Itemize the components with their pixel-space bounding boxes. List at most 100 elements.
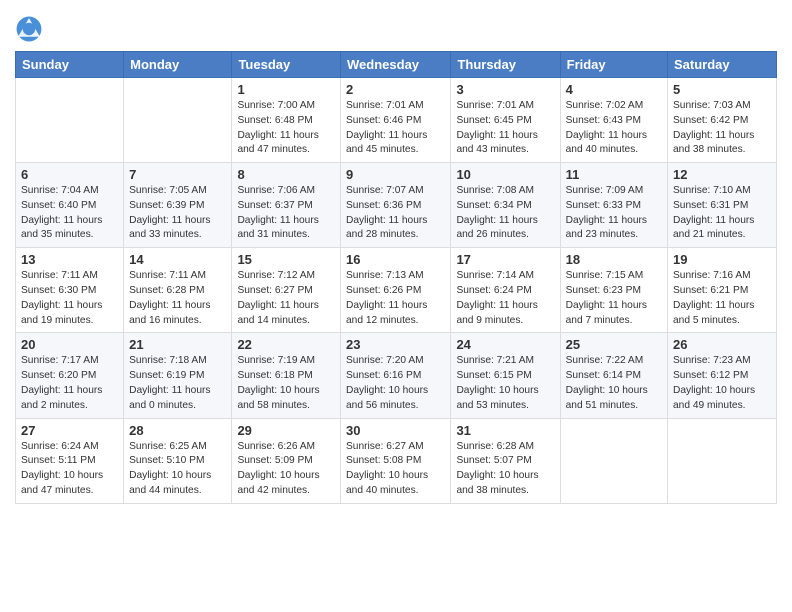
day-number: 30 [346, 423, 445, 438]
day-number: 20 [21, 337, 118, 352]
calendar-cell: 14Sunrise: 7:11 AMSunset: 6:28 PMDayligh… [124, 248, 232, 333]
calendar-week-row: 27Sunrise: 6:24 AMSunset: 5:11 PMDayligh… [16, 418, 777, 503]
calendar-cell: 8 Sunrise: 7:06 AMSunset: 6:37 PMDaylight… [232, 163, 341, 248]
day-info: Sunrise: 7:23 AMSunset: 6:12 PMDaylight:… [673, 354, 771, 413]
day-number: 9 [346, 167, 445, 182]
day-info: Sunrise: 6:24 AMSunset: 5:11 PMDaylight:… [21, 440, 118, 499]
day-number: 23 [346, 337, 445, 352]
day-number: 19 [673, 252, 771, 267]
day-info: Sunrise: 6:27 AMSunset: 5:08 PMDaylight:… [346, 440, 445, 499]
day-info: Sunrise: 6:28 AMSunset: 5:07 PMDaylight:… [456, 440, 554, 499]
day-info: Sunrise: 7:12 AMSunset: 6:27 PMDaylight:… [237, 269, 335, 328]
day-info: Sunrise: 7:01 AMSunset: 6:46 PMDaylight:… [346, 99, 445, 158]
calendar-cell: 19 Sunrise: 7:16 AMSunset: 6:21 PMDayligh… [668, 248, 777, 333]
day-number: 31 [456, 423, 554, 438]
calendar-cell: 2Sunrise: 7:01 AMSunset: 6:46 PMDaylight… [341, 78, 451, 163]
day-info: Sunrise: 7:18 AMSunset: 6:19 PMDaylight:… [129, 354, 226, 413]
calendar-cell: 4Sunrise: 7:02 AMSunset: 6:43 PMDaylight… [560, 78, 667, 163]
calendar: SundayMondayTuesdayWednesdayThursdayFrid… [15, 51, 777, 504]
calendar-cell: 20 Sunrise: 7:17 AMSunset: 6:20 PMDayligh… [16, 333, 124, 418]
calendar-cell: 16 Sunrise: 7:13 AMSunset: 6:26 PMDayligh… [341, 248, 451, 333]
calendar-cell: 3 Sunrise: 7:01 AMSunset: 6:45 PMDaylight… [451, 78, 560, 163]
day-info: Sunrise: 7:10 AMSunset: 6:31 PMDaylight:… [673, 184, 771, 243]
day-info: Sunrise: 7:17 AMSunset: 6:20 PMDaylight:… [21, 354, 118, 413]
day-info: Sunrise: 7:19 AMSunset: 6:18 PMDaylight:… [237, 354, 335, 413]
calendar-cell: 5 Sunrise: 7:03 AMSunset: 6:42 PMDaylight… [668, 78, 777, 163]
day-number: 29 [237, 423, 335, 438]
day-number: 17 [456, 252, 554, 267]
page: SundayMondayTuesdayWednesdayThursdayFrid… [0, 0, 792, 612]
calendar-cell: 1Sunrise: 7:00 AMSunset: 6:48 PMDaylight… [232, 78, 341, 163]
calendar-cell: 18 Sunrise: 7:15 AMSunset: 6:23 PMDayligh… [560, 248, 667, 333]
day-number: 11 [566, 167, 662, 182]
day-number: 5 [673, 82, 771, 97]
day-info: Sunrise: 7:20 AMSunset: 6:16 PMDaylight:… [346, 354, 445, 413]
day-number: 28 [129, 423, 226, 438]
day-number: 15 [237, 252, 335, 267]
day-number: 12 [673, 167, 771, 182]
day-number: 18 [566, 252, 662, 267]
day-info: Sunrise: 7:05 AMSunset: 6:39 PMDaylight:… [129, 184, 226, 243]
calendar-cell: 15 Sunrise: 7:12 AMSunset: 6:27 PMDayligh… [232, 248, 341, 333]
day-info: Sunrise: 7:13 AMSunset: 6:26 PMDaylight:… [346, 269, 445, 328]
calendar-cell: 12 Sunrise: 7:10 AMSunset: 6:31 PMDayligh… [668, 163, 777, 248]
header [15, 10, 777, 43]
day-info: Sunrise: 7:14 AMSunset: 6:24 PMDaylight:… [456, 269, 554, 328]
day-info: Sunrise: 7:22 AMSunset: 6:14 PMDaylight:… [566, 354, 662, 413]
day-info: Sunrise: 7:16 AMSunset: 6:21 PMDaylight:… [673, 269, 771, 328]
calendar-cell: 29 Sunrise: 6:26 AMSunset: 5:09 PMDayligh… [232, 418, 341, 503]
day-info: Sunrise: 7:15 AMSunset: 6:23 PMDaylight:… [566, 269, 662, 328]
calendar-cell: 6 Sunrise: 7:04 AMSunset: 6:40 PMDaylight… [16, 163, 124, 248]
calendar-week-row: 6 Sunrise: 7:04 AMSunset: 6:40 PMDaylight… [16, 163, 777, 248]
day-number: 14 [129, 252, 226, 267]
calendar-cell [668, 418, 777, 503]
day-of-week-header: Thursday [451, 52, 560, 78]
calendar-cell: 7 Sunrise: 7:05 AMSunset: 6:39 PMDaylight… [124, 163, 232, 248]
calendar-cell: 11Sunrise: 7:09 AMSunset: 6:33 PMDayligh… [560, 163, 667, 248]
day-info: Sunrise: 7:01 AMSunset: 6:45 PMDaylight:… [456, 99, 554, 158]
calendar-header-row: SundayMondayTuesdayWednesdayThursdayFrid… [16, 52, 777, 78]
calendar-cell: 17 Sunrise: 7:14 AMSunset: 6:24 PMDayligh… [451, 248, 560, 333]
day-info: Sunrise: 7:07 AMSunset: 6:36 PMDaylight:… [346, 184, 445, 243]
day-info: Sunrise: 6:26 AMSunset: 5:09 PMDaylight:… [237, 440, 335, 499]
day-number: 1 [237, 82, 335, 97]
day-info: Sunrise: 7:11 AMSunset: 6:30 PMDaylight:… [21, 269, 118, 328]
day-number: 22 [237, 337, 335, 352]
day-number: 7 [129, 167, 226, 182]
calendar-cell [16, 78, 124, 163]
day-info: Sunrise: 7:08 AMSunset: 6:34 PMDaylight:… [456, 184, 554, 243]
day-info: Sunrise: 7:06 AMSunset: 6:37 PMDaylight:… [237, 184, 335, 243]
day-number: 24 [456, 337, 554, 352]
day-info: Sunrise: 6:25 AMSunset: 5:10 PMDaylight:… [129, 440, 226, 499]
day-of-week-header: Saturday [668, 52, 777, 78]
logo-icon [15, 15, 43, 43]
day-of-week-header: Monday [124, 52, 232, 78]
day-of-week-header: Friday [560, 52, 667, 78]
calendar-cell: 25 Sunrise: 7:22 AMSunset: 6:14 PMDayligh… [560, 333, 667, 418]
day-number: 25 [566, 337, 662, 352]
day-number: 13 [21, 252, 118, 267]
calendar-cell: 28 Sunrise: 6:25 AMSunset: 5:10 PMDayligh… [124, 418, 232, 503]
calendar-cell: 26Sunrise: 7:23 AMSunset: 6:12 PMDayligh… [668, 333, 777, 418]
day-of-week-header: Sunday [16, 52, 124, 78]
day-number: 21 [129, 337, 226, 352]
day-number: 6 [21, 167, 118, 182]
day-number: 3 [456, 82, 554, 97]
day-of-week-header: Tuesday [232, 52, 341, 78]
logo [15, 15, 45, 43]
day-number: 8 [237, 167, 335, 182]
day-number: 16 [346, 252, 445, 267]
calendar-week-row: 1Sunrise: 7:00 AMSunset: 6:48 PMDaylight… [16, 78, 777, 163]
calendar-cell: 21 Sunrise: 7:18 AMSunset: 6:19 PMDayligh… [124, 333, 232, 418]
day-of-week-header: Wednesday [341, 52, 451, 78]
calendar-cell: 27Sunrise: 6:24 AMSunset: 5:11 PMDayligh… [16, 418, 124, 503]
day-number: 10 [456, 167, 554, 182]
day-info: Sunrise: 7:04 AMSunset: 6:40 PMDaylight:… [21, 184, 118, 243]
calendar-cell [124, 78, 232, 163]
day-number: 4 [566, 82, 662, 97]
day-info: Sunrise: 7:21 AMSunset: 6:15 PMDaylight:… [456, 354, 554, 413]
calendar-cell: 9 Sunrise: 7:07 AMSunset: 6:36 PMDaylight… [341, 163, 451, 248]
day-info: Sunrise: 7:03 AMSunset: 6:42 PMDaylight:… [673, 99, 771, 158]
calendar-cell: 22 Sunrise: 7:19 AMSunset: 6:18 PMDayligh… [232, 333, 341, 418]
calendar-cell: 31 Sunrise: 6:28 AMSunset: 5:07 PMDayligh… [451, 418, 560, 503]
